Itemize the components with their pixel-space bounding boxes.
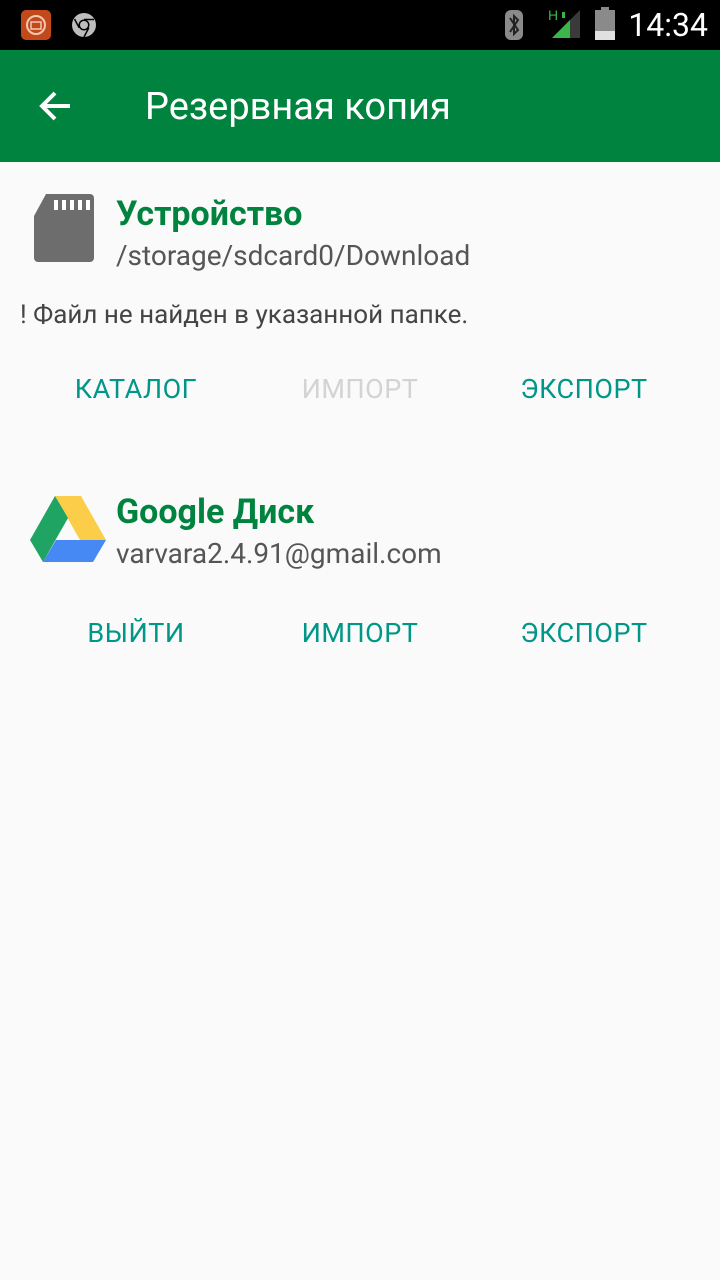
file-not-found-warning: ! Файл не найден в указанной папке. (20, 300, 469, 330)
back-button[interactable] (24, 74, 88, 138)
google-drive-icon (30, 496, 106, 562)
drive-account: varvara2.4.91@gmail.com (116, 537, 442, 570)
signal-icon: H (548, 6, 582, 40)
catalog-button[interactable]: КАТАЛОГ (24, 359, 248, 419)
device-title: Устройство (116, 194, 303, 234)
drive-export-button[interactable]: ЭКСПОРТ (472, 603, 696, 663)
logout-button[interactable]: ВЫЙТИ (24, 603, 248, 663)
drive-title: Google Диск (116, 492, 315, 532)
drive-import-button[interactable]: ИМПОРТ (248, 603, 472, 663)
sd-card-icon (34, 192, 94, 264)
arrow-back-icon (39, 91, 70, 121)
device-import-button: ИМПОРТ (301, 373, 419, 405)
device-path: /storage/sdcard0/Download (116, 239, 471, 272)
mi-notification-icon (21, 10, 51, 40)
network-type-badge: H (548, 7, 558, 23)
page-title: Резервная копия (145, 85, 451, 129)
status-clock: 14:34 (628, 6, 708, 44)
status-bar: H 14:34 (0, 0, 720, 50)
battery-icon (594, 7, 616, 41)
vibrate-icon (502, 8, 526, 42)
device-export-button[interactable]: ЭКСПОРТ (472, 359, 696, 419)
app-bar: Резервная копия (0, 50, 720, 162)
chrome-notification-icon (70, 11, 98, 39)
